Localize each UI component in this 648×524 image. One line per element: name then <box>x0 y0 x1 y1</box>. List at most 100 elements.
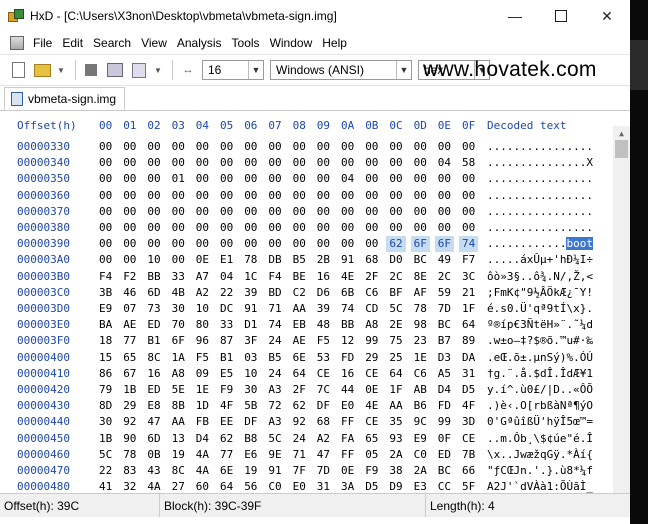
byte-cell[interactable]: 00 <box>244 236 257 252</box>
byte-cell[interactable]: 21 <box>462 285 475 301</box>
byte-cell[interactable]: 6E <box>220 463 233 479</box>
hex-row[interactable]: 00000390 00 00 00 00 00 00 00 00 00 00 00 00 62 6F 6F 74… <box>0 236 612 253</box>
byte-cell[interactable]: 24 <box>293 431 306 447</box>
byte-cell[interactable]: 19 <box>172 447 185 463</box>
byte-cell[interactable]: 01 <box>172 171 185 187</box>
byte-cell[interactable]: 33 <box>220 317 233 333</box>
byte-cell[interactable]: 16 <box>317 269 330 285</box>
byte-cell[interactable]: 72 <box>268 398 281 414</box>
selected-decoded-text[interactable]: boot <box>566 237 593 251</box>
byte-cell[interactable]: 00 <box>99 204 112 220</box>
byte-cell[interactable]: 1D <box>196 398 209 414</box>
byte-cell[interactable]: 77 <box>123 333 136 349</box>
properties-button[interactable] <box>129 60 149 80</box>
byte-cell[interactable]: 71 <box>268 301 281 317</box>
decoded-text[interactable]: †g.¨.å.$dÎ.ÎdÆ¥1 <box>487 366 613 382</box>
byte-cell[interactable]: 00 <box>341 236 354 252</box>
byte-cell[interactable]: 16 <box>147 366 160 382</box>
decoded-text[interactable]: ;FmK¢"9½ÂÖkÆ¿¯Y! <box>487 285 613 301</box>
byte-cell[interactable]: AB <box>414 382 427 398</box>
byte-cell[interactable]: 00 <box>268 188 281 204</box>
byte-cell[interactable]: 2E <box>389 317 402 333</box>
decoded-text[interactable]: ôò»3§..ô¾.N/,Ž,< <box>487 269 613 285</box>
byte-cell[interactable]: FF <box>341 447 354 463</box>
byte-cell[interactable]: 78 <box>414 301 427 317</box>
byte-cell[interactable]: BC <box>438 317 451 333</box>
byte-cell[interactable]: 0F <box>438 431 451 447</box>
menu-search[interactable]: Search <box>88 36 136 50</box>
byte-cell[interactable]: F5 <box>317 333 330 349</box>
byte-cell[interactable]: 2B <box>317 252 330 268</box>
byte-cell[interactable]: 00 <box>462 139 475 155</box>
menu-file[interactable]: File <box>28 36 57 50</box>
byte-cell[interactable]: CD <box>365 301 378 317</box>
byte-cell[interactable]: 6E <box>293 350 306 366</box>
scroll-up-icon[interactable]: ▲ <box>613 126 630 140</box>
hex-row[interactable]: 00000330 00 00 00 00 00 00 00 00 00 00 00 00 00 00 00 00… <box>0 139 612 155</box>
byte-cell[interactable]: 39 <box>317 301 330 317</box>
byte-cell[interactable]: FD <box>438 398 451 414</box>
byte-cell[interactable]: 93 <box>389 431 402 447</box>
decoded-text[interactable]: .eŒ.õ±.µnSý)%.ÓÚ <box>487 350 613 366</box>
byte-cell[interactable]: 62 <box>293 398 306 414</box>
byte-cell[interactable]: 00 <box>147 171 160 187</box>
byte-cell[interactable]: 74 <box>268 317 281 333</box>
title-bar[interactable]: HxD - [C:\Users\X3non\Desktop\vbmeta\vbm… <box>0 0 630 32</box>
byte-cell[interactable]: DA <box>462 350 475 366</box>
byte-cell[interactable]: CE <box>365 366 378 382</box>
byte-cell[interactable]: ED <box>438 447 451 463</box>
byte-cell[interactable]: 99 <box>438 414 451 430</box>
byte-cell[interactable]: 22 <box>99 463 112 479</box>
byte-cell[interactable]: 8C <box>172 463 185 479</box>
byte-cell[interactable]: 00 <box>317 155 330 171</box>
byte-cell[interactable]: A8 <box>365 317 378 333</box>
menu-tools[interactable]: Tools <box>227 36 265 50</box>
new-file-button[interactable] <box>8 60 28 80</box>
byte-cell[interactable]: B8 <box>244 431 257 447</box>
byte-cell[interactable]: AA <box>293 301 306 317</box>
byte-cell[interactable]: 78 <box>123 447 136 463</box>
byte-cell[interactable]: 33 <box>172 269 185 285</box>
byte-cell[interactable]: 1F <box>462 301 475 317</box>
byte-cell[interactable]: B5 <box>293 252 306 268</box>
byte-cell[interactable]: 91 <box>244 301 257 317</box>
byte-cell[interactable]: 2F <box>365 269 378 285</box>
byte-cell[interactable]: C0 <box>414 447 427 463</box>
byte-cell[interactable]: 1B <box>99 431 112 447</box>
byte-cell[interactable]: AE <box>293 333 306 349</box>
byte-cell[interactable]: 00 <box>317 171 330 187</box>
hex-row[interactable]: 00000350 00 00 00 01 00 00 00 00 00 00 04 00 00 00 00 00… <box>0 171 612 187</box>
byte-cell[interactable]: 00 <box>268 155 281 171</box>
byte-cell[interactable]: 1C <box>244 269 257 285</box>
byte-cell[interactable]: 70 <box>172 317 185 333</box>
byte-cell[interactable]: 5B <box>244 398 257 414</box>
byte-cell[interactable]: 00 <box>341 220 354 236</box>
byte-cell[interactable]: 7B <box>462 447 475 463</box>
byte-cell[interactable]: 00 <box>244 155 257 171</box>
byte-cell[interactable]: 00 <box>389 155 402 171</box>
byte-cell[interactable]: 58 <box>462 155 475 171</box>
byte-cell[interactable]: 00 <box>244 204 257 220</box>
byte-cell[interactable]: FB <box>196 414 209 430</box>
decoded-text[interactable]: 0'GªûîßÜ'hÿÎ5œ™= <box>487 414 613 430</box>
byte-cell[interactable]: 00 <box>317 204 330 220</box>
byte-cell[interactable]: 00 <box>414 155 427 171</box>
byte-cell[interactable]: 2C <box>389 269 402 285</box>
byte-cell[interactable]: F5 <box>196 350 209 366</box>
byte-cell[interactable]: 73 <box>147 301 160 317</box>
byte-cell[interactable]: B7 <box>438 333 451 349</box>
byte-cell[interactable]: 00 <box>123 236 136 252</box>
byte-cell[interactable]: D1 <box>244 317 257 333</box>
byte-cell[interactable]: B5 <box>268 350 281 366</box>
byte-cell[interactable]: 00 <box>172 139 185 155</box>
byte-cell[interactable]: 09 <box>196 366 209 382</box>
byte-cell[interactable]: E9 <box>99 301 112 317</box>
byte-cell[interactable]: 00 <box>341 188 354 204</box>
decoded-text[interactable]: ................ <box>487 139 613 155</box>
byte-cell[interactable]: 00 <box>123 155 136 171</box>
byte-cell[interactable]: 00 <box>293 139 306 155</box>
byte-cell[interactable]: 00 <box>293 204 306 220</box>
byte-cell[interactable]: 00 <box>196 236 209 252</box>
byte-cell[interactable]: 30 <box>172 301 185 317</box>
byte-cell[interactable]: 00 <box>99 155 112 171</box>
